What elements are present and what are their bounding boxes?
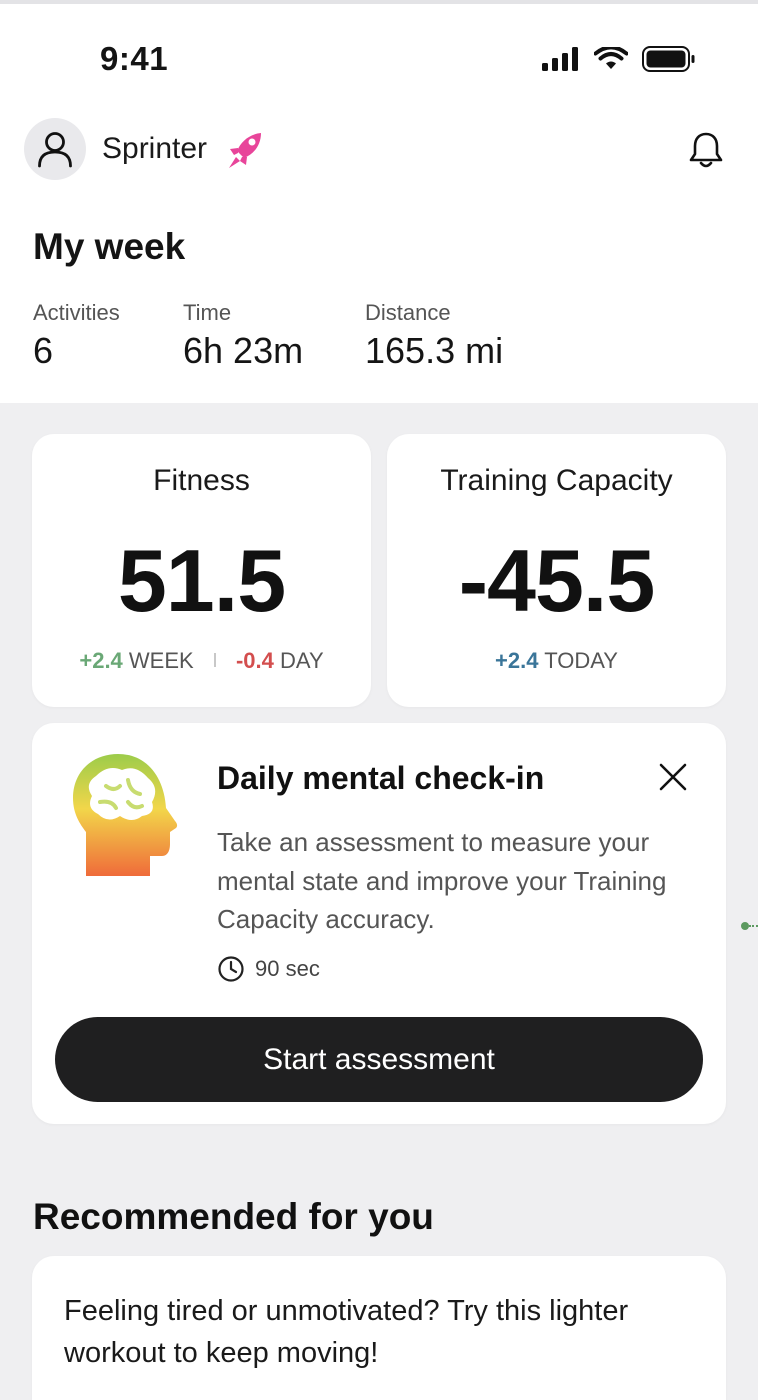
rocket-icon: [229, 133, 261, 168]
start-assessment-button[interactable]: Start assessment: [55, 1017, 703, 1102]
avatar[interactable]: [24, 118, 86, 180]
status-icons: [542, 46, 696, 72]
signal-icon: [542, 47, 578, 71]
stat-time-value: 6h 23m: [183, 330, 304, 371]
side-indicator-dot: [741, 922, 749, 930]
status-time: 9:41: [100, 40, 169, 77]
wifi-icon: [594, 47, 628, 69]
recommended-text: Feeling tired or unmotivated? Try this l…: [64, 1295, 629, 1369]
checkin-title: Daily mental check-in: [217, 760, 545, 796]
fitness-card[interactable]: [32, 434, 371, 707]
week-title: My week: [33, 226, 186, 267]
brain-head-icon: [73, 754, 178, 876]
stat-time-label: Time: [183, 300, 232, 325]
checkin-duration: 90 sec: [217, 955, 320, 983]
stat-distance-value: 165.3 mi: [365, 330, 504, 371]
checkin-description: Take an assessment to measure your menta…: [217, 827, 667, 934]
stat-activities-label: Activities: [33, 300, 120, 325]
duration-text: 90 sec: [255, 956, 320, 981]
side-indicator-line: [749, 925, 758, 927]
training-capacity-card[interactable]: [387, 434, 726, 707]
clock-icon: [218, 956, 244, 982]
stat-activities-value: 6: [33, 330, 54, 371]
user-icon: [38, 132, 72, 168]
bell-icon[interactable]: [686, 130, 726, 170]
recommended-title: Recommended for you: [33, 1196, 434, 1237]
username: Sprinter: [102, 132, 208, 165]
stat-distance-label: Distance: [365, 300, 451, 325]
battery-icon: [642, 46, 695, 72]
close-icon[interactable]: [656, 760, 690, 794]
